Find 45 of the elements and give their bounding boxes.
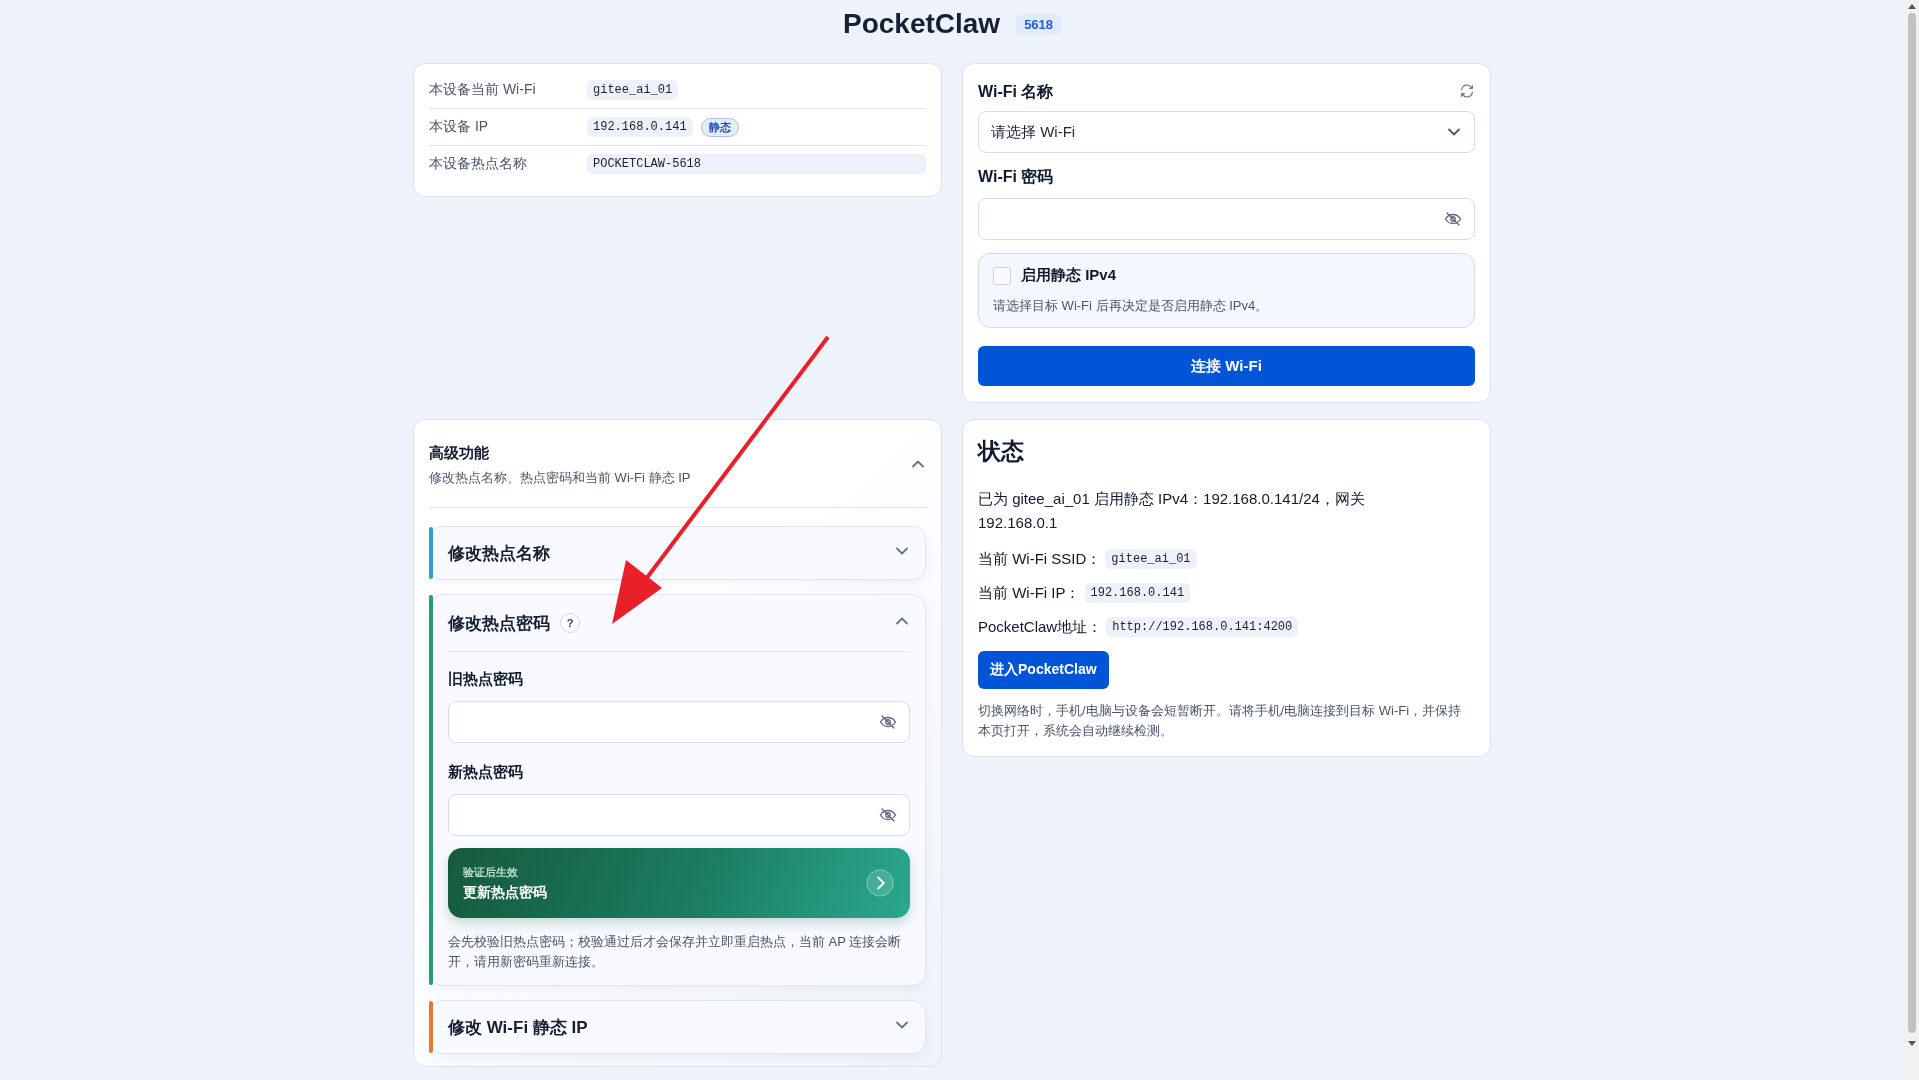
field-label: 旧热点密码 [448, 670, 524, 689]
scrollbar[interactable] [1904, 0, 1919, 1080]
section-title: 高级功能 [429, 444, 490, 463]
panel-title[interactable]: 修改热点名称 [448, 541, 550, 565]
info-label: 本设备热点名称 [429, 155, 528, 173]
info-label: 本设备 IP [429, 118, 490, 136]
connect-button[interactable]: 连接 Wi-Fi [978, 346, 1475, 386]
static-tag: 静态 [700, 117, 739, 137]
info-value: 192.168.0.141 [587, 117, 693, 137]
hint-text: 请选择目标 Wi-Fi 后再决定是否启用静态 IPv4。 [993, 297, 1270, 315]
status-value: gitee_ai_01 [1105, 549, 1197, 569]
status-title: 状态 [978, 437, 1025, 466]
info-value: gitee_ai_01 [587, 80, 679, 100]
wifi-select[interactable]: 请选择 Wi-Fi [978, 111, 1475, 153]
refresh-icon[interactable] [1459, 82, 1475, 99]
info-label: 本设备当前 Wi-Fi [429, 81, 537, 99]
password-field[interactable] [448, 794, 910, 836]
info-value: POCKETCLAW-5618 [587, 154, 926, 174]
chevron-right-icon [865, 868, 895, 898]
note-text: 会先校验旧热点密码；校验通过后才会保存并立即重启热点，当前 AP 连接会断开，请用新密码重新连接。 [448, 933, 903, 971]
status-label: 当前 Wi-Fi SSID： [978, 549, 1102, 569]
open-pocketclaw-button[interactable]: 进入PocketClaw [978, 651, 1109, 689]
status-label: PocketClaw地址： [978, 617, 1103, 637]
note-text: 切换网络时，手机/电脑与设备会短暂断开。请将手机/电脑连接到目标 Wi-Fi，并保持本页打开，系统会自动继续检测。 [978, 702, 1463, 740]
section-subtitle: 修改热点名称、热点密码和当前 Wi-Fi 静态 IP [429, 469, 691, 487]
field-label: Wi-Fi 密码 [978, 167, 1055, 187]
panel-title[interactable]: 修改热点密码 [448, 611, 550, 635]
eye-off-icon[interactable] [1444, 210, 1462, 228]
checkbox-label: 启用静态 IPv4 [1021, 266, 1117, 285]
status-value: 192.168.0.141 [1084, 583, 1191, 603]
status-message: 已为 gitee_ai_01 启用静态 IPv4：192.168.0.141/24，网关 192.168.0.1 [978, 489, 1366, 533]
field-label: Wi-Fi 名称 [978, 82, 1054, 102]
eye-off-icon[interactable] [879, 713, 897, 731]
password-field[interactable] [448, 701, 910, 743]
help-button[interactable]: ? [560, 613, 580, 633]
update-password-button[interactable]: 验证后生效 更新热点密码 [448, 848, 910, 918]
panel-title[interactable]: 修改 Wi-Fi 静态 IP [448, 1015, 588, 1039]
password-field[interactable] [978, 198, 1475, 240]
field-label: 新热点密码 [448, 763, 524, 782]
eye-off-icon[interactable] [879, 806, 897, 824]
app-title: PocketClaw [842, 8, 1001, 40]
status-value: http://192.168.0.141:4200 [1106, 617, 1299, 637]
checkbox[interactable] [993, 266, 1011, 285]
status-label: 当前 Wi-Fi IP： [978, 583, 1081, 603]
device-id-badge: 5618 [1016, 13, 1062, 35]
